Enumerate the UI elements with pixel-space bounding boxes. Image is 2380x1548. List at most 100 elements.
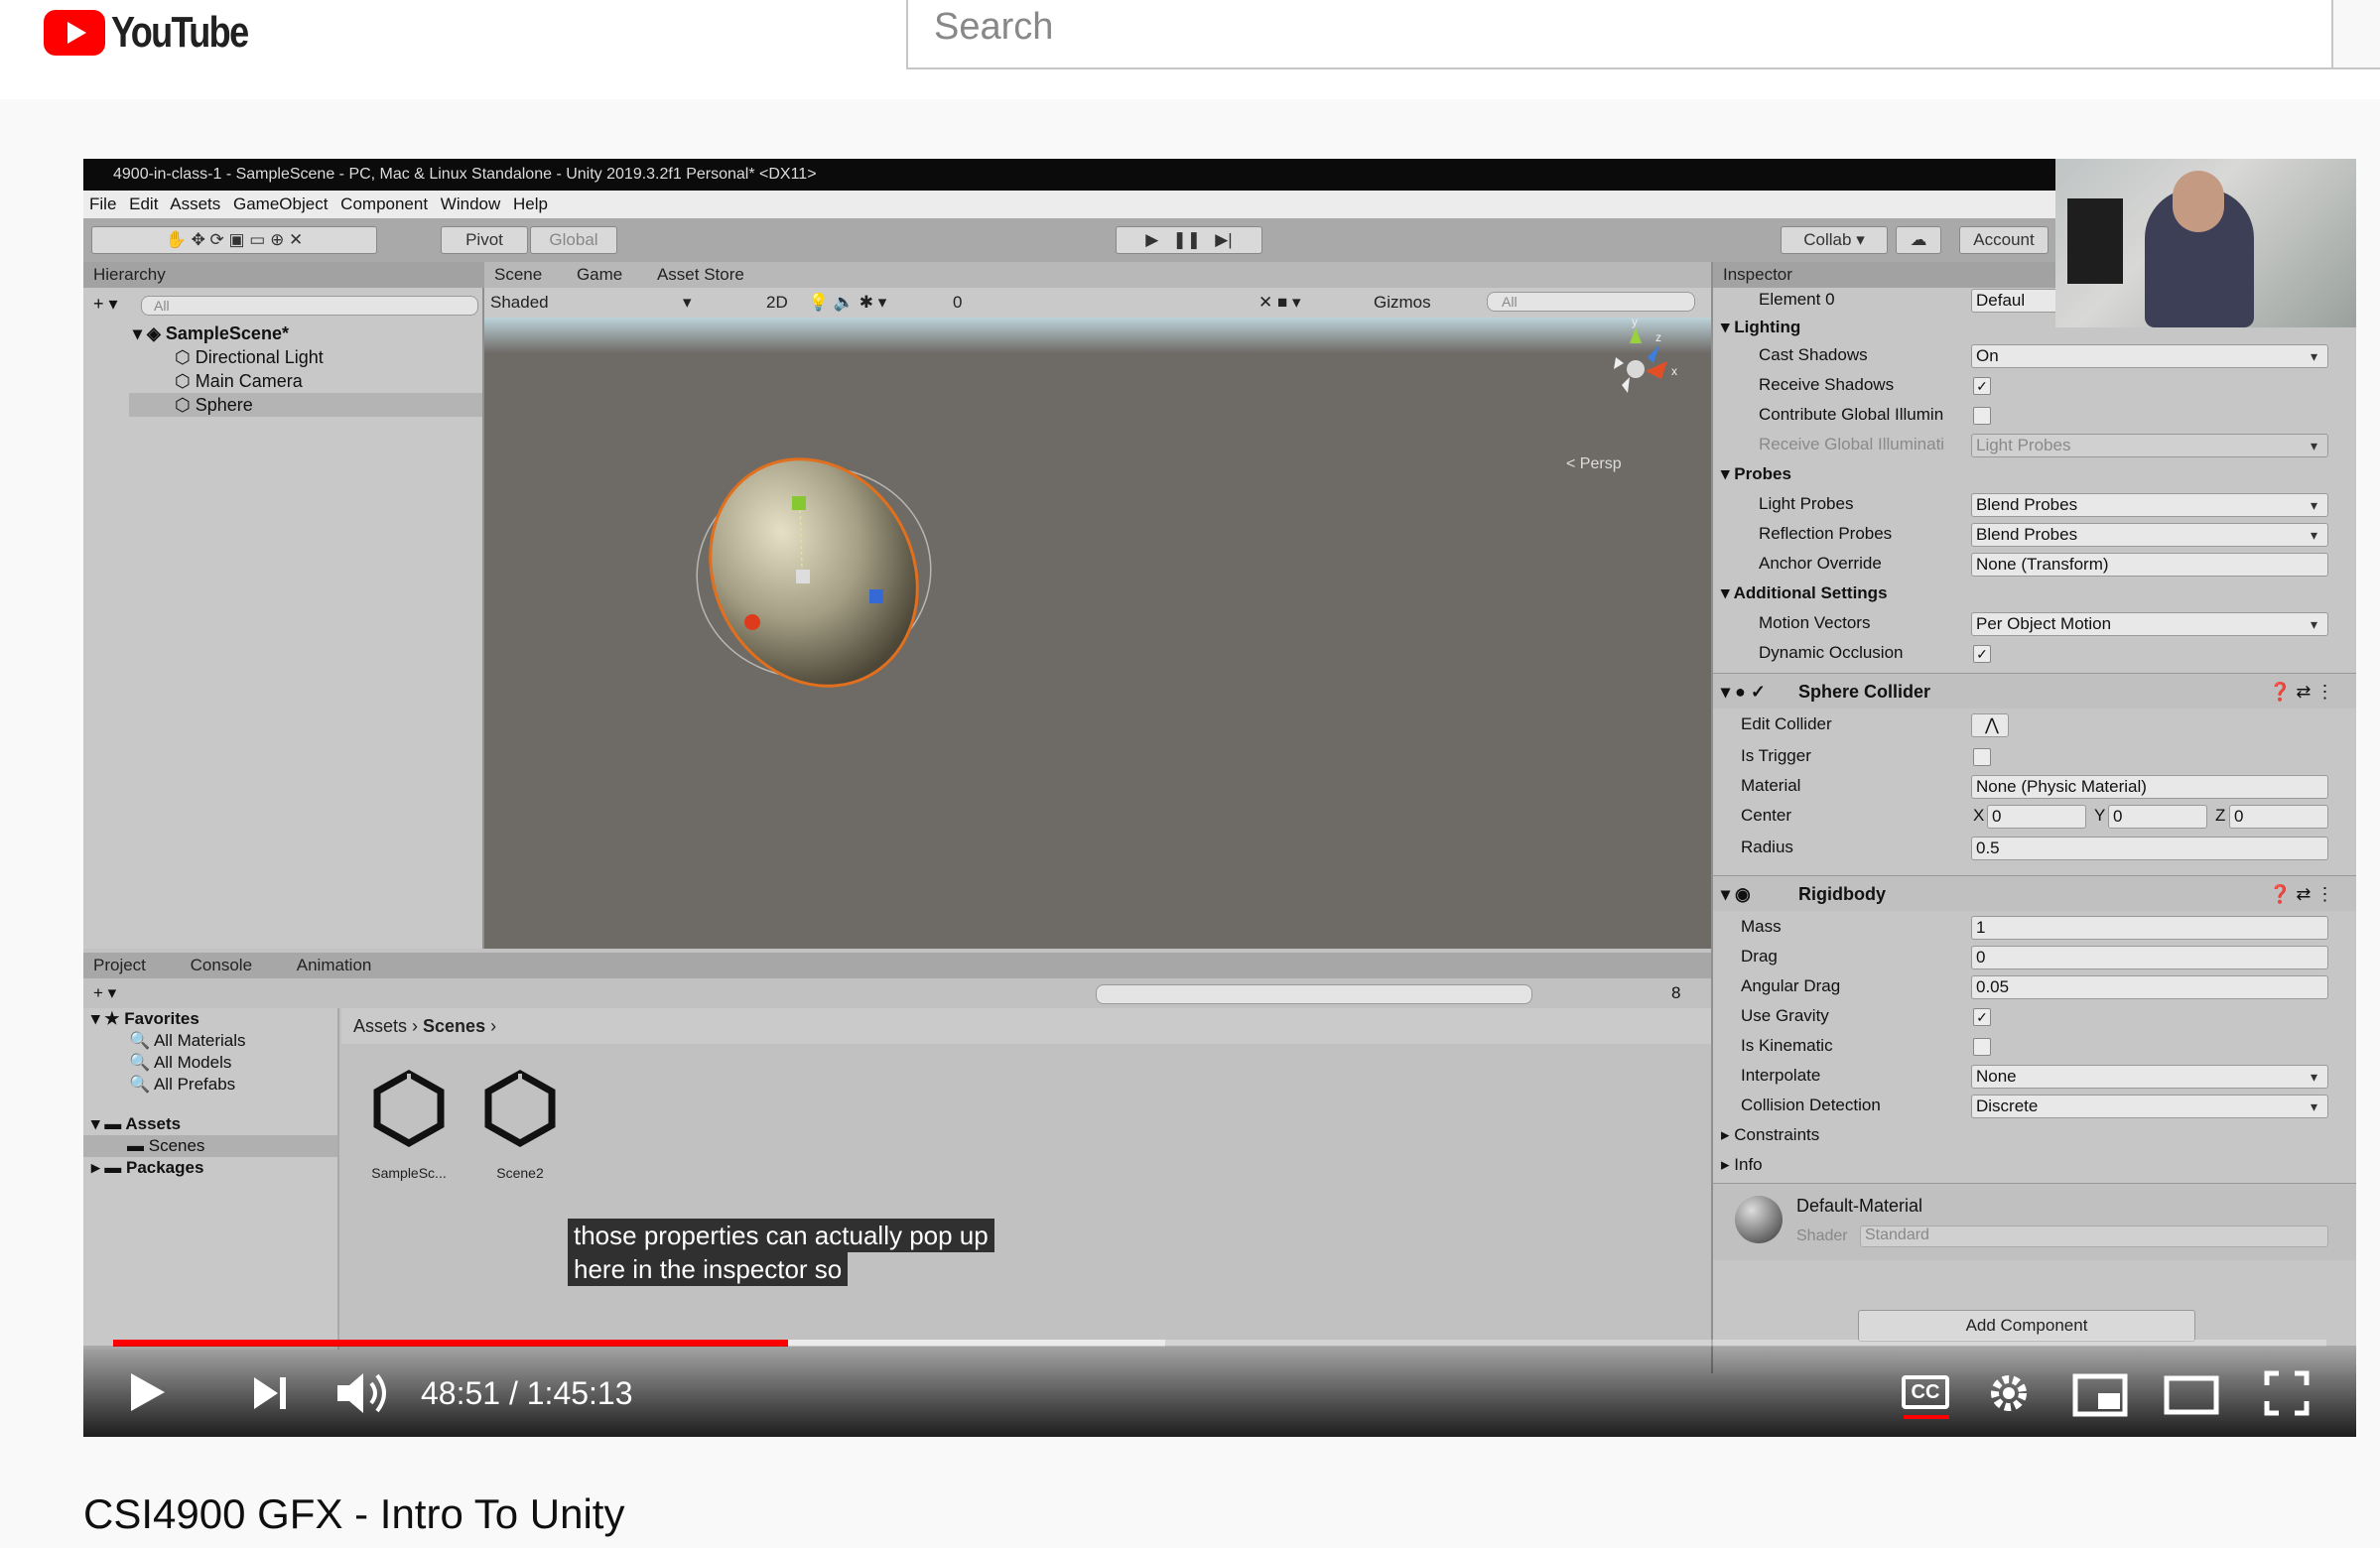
menu-window: Window	[440, 194, 501, 213]
menu-file: File	[89, 194, 117, 213]
volume-icon[interactable]	[333, 1369, 393, 1417]
probes-header: Probes	[1734, 464, 1791, 483]
radius-label: Radius	[1741, 838, 1793, 856]
play-icon[interactable]	[123, 1369, 169, 1415]
additional-settings-section: ▾ Additional Settings	[1721, 583, 1888, 602]
reflection-probes-row: Reflection Probes Blend Probes	[1713, 520, 2356, 550]
theater-mode-icon[interactable]	[2164, 1375, 2219, 1415]
gizmo-z-cone	[1648, 345, 1659, 363]
menu-gameobject: GameObject	[233, 194, 329, 213]
transform-tools: ✋ ✥ ⟳ ▣ ▭ ⊕ ✕	[91, 226, 377, 254]
material-name: Default-Material	[1796, 1196, 1923, 1216]
add-component-label: Add Component	[1965, 1316, 2088, 1335]
reflection-probes-label: Reflection Probes	[1759, 524, 1893, 543]
packages-folder: ▸ ▬ Packages	[91, 1158, 204, 1177]
favorite-item-label: All Prefabs	[153, 1075, 236, 1094]
component-menu-icon: ❓ ⇄ ⋮	[2269, 682, 2334, 702]
hierarchy-search-text: All	[154, 298, 170, 314]
scene-root: ▾ ◈ SampleScene*	[133, 323, 289, 343]
breadcrumb-assets: Assets	[353, 1016, 408, 1036]
favorite-item: 🔍 All Models	[129, 1053, 232, 1072]
center-z-label: Z	[2215, 806, 2226, 825]
cast-shadows-value: On	[1971, 344, 2328, 368]
drag-value: 0	[1971, 946, 2328, 969]
search-button[interactable]	[2331, 0, 2380, 69]
handle-x	[744, 614, 760, 630]
gizmo-neg-x	[1614, 357, 1624, 369]
handle-z	[869, 589, 883, 603]
chevron-down-icon: ▾	[683, 293, 692, 312]
closed-caption: those properties can actually pop up her…	[568, 1219, 994, 1286]
motion-vectors-value: Per Object Motion	[1971, 612, 2328, 636]
miniplayer-icon[interactable]	[2072, 1373, 2128, 1417]
light-probes-label: Light Probes	[1759, 494, 1854, 513]
shader-label: Shader	[1796, 1227, 1848, 1244]
contribute-gi-label: Contribute Global Illumin	[1759, 405, 1944, 424]
project-search	[1096, 984, 1532, 1004]
motion-vectors-row: Motion Vectors Per Object Motion	[1713, 609, 2356, 639]
time-display: 48:51 / 1:45:13	[421, 1375, 633, 1411]
use-gravity-label: Use Gravity	[1741, 1006, 1829, 1025]
radius-row: Radius 0.5	[1713, 834, 2356, 863]
reflection-probes-value: Blend Probes	[1971, 523, 2328, 547]
play-controls: ▶ ❚❚ ▶|	[1116, 226, 1262, 254]
next-icon[interactable]	[250, 1373, 290, 1413]
sphere-object	[696, 457, 932, 688]
hierarchy-item-label: Directional Light	[195, 347, 324, 367]
anchor-override-row: Anchor Override None (Transform)	[1713, 550, 2356, 580]
receive-shadows-checkbox: ✓	[1973, 377, 1991, 395]
collab-button: Collab ▾	[1781, 226, 1888, 254]
sphere-collider-title: Sphere Collider	[1798, 682, 1931, 702]
cc-button[interactable]: CC	[1902, 1375, 1949, 1409]
unity-scene-icon	[484, 1069, 556, 1147]
component-menu-icon: ❓ ⇄ ⋮	[2269, 884, 2334, 904]
caption-line: those properties can actually pop up	[568, 1219, 994, 1252]
collab-label: Collab	[1803, 230, 1852, 249]
breadcrumb-scenes: Scenes	[423, 1016, 486, 1036]
search-input[interactable]: Search	[906, 0, 2333, 69]
tab-animation: Animation	[296, 956, 372, 974]
cc-label: CC	[1911, 1381, 1940, 1403]
rigidbody-title: Rigidbody	[1798, 884, 1886, 904]
motion-vectors-label: Motion Vectors	[1759, 613, 1871, 632]
is-kinematic-label: Is Kinematic	[1741, 1036, 1833, 1055]
favorites-label: Favorites	[124, 1009, 199, 1028]
mode-2d: 2D	[766, 293, 788, 312]
global-label: Global	[549, 230, 598, 249]
video-player[interactable]: 4900-in-class-1 - SampleScene - PC, Mac …	[83, 159, 2356, 1437]
tab-scene: Scene	[494, 265, 543, 284]
material-label: Material	[1741, 776, 1801, 795]
hierarchy-tab-label: Hierarchy	[93, 265, 166, 284]
collision-detection-row: Collision Detection Discrete	[1713, 1092, 2356, 1121]
youtube-logo[interactable]: YouTube	[44, 8, 278, 58]
center-x-label: X	[1973, 806, 1985, 825]
scene-search: All	[1487, 292, 1695, 312]
element0-label: Element 0	[1759, 290, 1835, 309]
scene-tabs: Scene Game Asset Store	[484, 262, 1711, 288]
account-button: Account	[1959, 226, 2049, 254]
add-icon: + ▾	[93, 294, 118, 314]
fullscreen-icon[interactable]	[2263, 1369, 2311, 1417]
search-placeholder: Search	[934, 6, 1054, 48]
tab-asset-store: Asset Store	[656, 265, 744, 284]
edit-collider-row: Edit Collider ⋀	[1713, 710, 2356, 740]
hidden-count: 0	[953, 293, 963, 312]
lighting-icon: 💡 🔈 ✱ ▾	[808, 293, 887, 312]
asset-file-label: SampleSc...	[371, 1165, 447, 1181]
youtube-play-icon	[44, 10, 105, 56]
pivot-label: Pivot	[465, 230, 503, 249]
breadcrumb: Assets › Scenes ›	[341, 1008, 1711, 1044]
sphere-mesh	[709, 457, 919, 688]
collision-detection-value: Discrete	[1971, 1095, 2328, 1118]
scene-view: Scene Game Asset Store Shaded ▾ 2D 💡 🔈 ✱…	[484, 262, 1711, 949]
cloud-icon: ☁	[1896, 226, 1941, 254]
receive-shadows-row: Receive Shadows ✓	[1713, 371, 2356, 401]
settings-gear-icon[interactable]	[1985, 1369, 2033, 1417]
inspector-tab-label: Inspector	[1723, 265, 1792, 284]
cast-shadows-row: Cast Shadows On	[1713, 341, 2356, 371]
hierarchy-panel: Hierarchy + ▾ All ▾ ◈ SampleScene* ⬡ Dir…	[83, 262, 484, 949]
shading-mode: Shaded	[490, 293, 549, 312]
favorites-folder: ▾ ★ Favorites	[91, 1009, 199, 1028]
mass-row: Mass 1	[1713, 913, 2356, 943]
orientation-gizmo: y z x	[1614, 318, 1677, 393]
